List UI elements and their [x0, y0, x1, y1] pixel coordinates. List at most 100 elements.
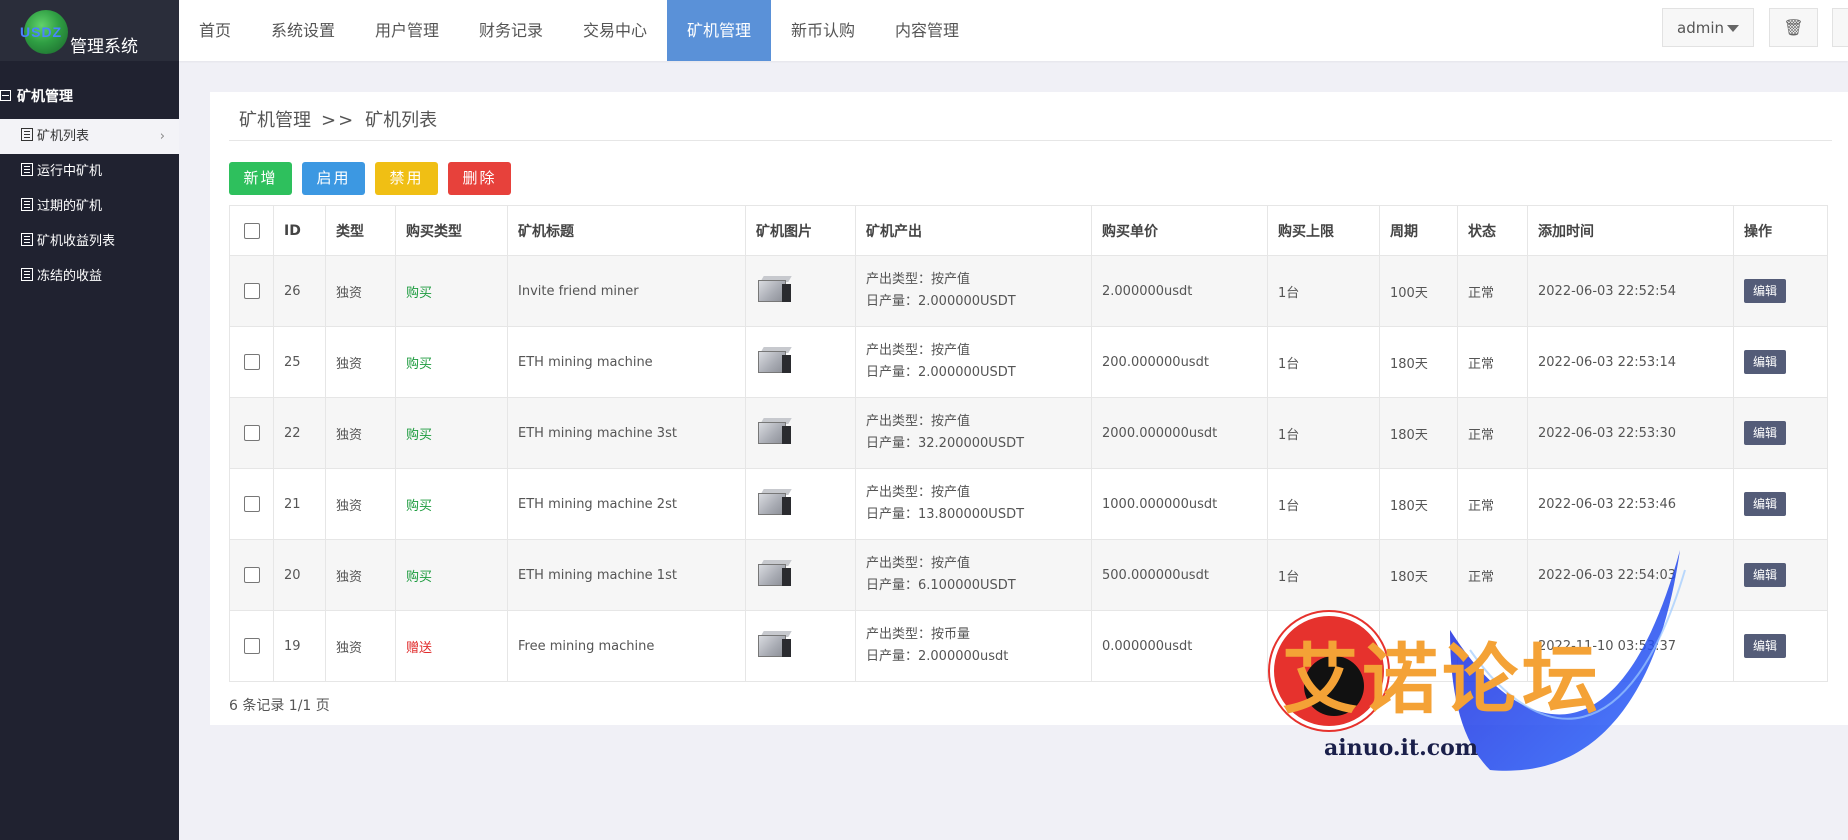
cell-time: 2022-06-03 22:52:54 — [1527, 255, 1734, 327]
user-menu[interactable]: admin — [1662, 8, 1754, 47]
nav-miner-management[interactable]: 矿机管理 — [667, 0, 771, 61]
miner-image — [756, 558, 792, 588]
select-all-checkbox[interactable] — [243, 222, 260, 239]
cell-limit: 1台 — [1267, 468, 1380, 540]
row-select-cell — [229, 539, 274, 611]
col-time: 添加时间 — [1527, 205, 1734, 256]
col-id[interactable]: ID — [273, 205, 326, 256]
cell-status: 正常 — [1457, 468, 1528, 540]
output-daily: 日产量：6.100000USDT — [866, 578, 1016, 593]
logo: USDZ 管理系统 — [0, 0, 179, 61]
collapse-icon — [0, 90, 11, 101]
sidebar-item-frozen-income[interactable]: 冻结的收益 — [0, 259, 179, 294]
miner-image — [756, 416, 792, 446]
sidebar-item-label: 过期的矿机 — [37, 199, 103, 214]
col-image: 矿机图片 — [745, 205, 856, 256]
nav-trade-center[interactable]: 交易中心 — [563, 0, 667, 61]
cell-price: 1000.000000usdt — [1091, 468, 1268, 540]
row-select-cell — [229, 468, 274, 540]
nav-content-management[interactable]: 内容管理 — [875, 0, 979, 61]
cell-id: 26 — [273, 255, 326, 327]
cell-image — [745, 326, 856, 398]
row-checkbox[interactable] — [243, 354, 260, 370]
watermark-url: ainuo.it.com — [1324, 735, 1479, 761]
cell-output: 产出类型：按产值 日产量：13.800000USDT — [855, 468, 1092, 540]
cell-limit — [1267, 610, 1380, 682]
disable-button[interactable]: 禁用 — [375, 162, 438, 195]
caret-down-icon — [1727, 25, 1739, 32]
cell-buy-type: 购买 — [395, 539, 508, 611]
cell-limit: 1台 — [1267, 539, 1380, 611]
cell-status — [1457, 610, 1528, 682]
breadcrumb: 矿机管理 >> 矿机列表 — [239, 106, 437, 132]
cell-buy-type: 赠送 — [395, 610, 508, 682]
row-checkbox[interactable] — [243, 496, 260, 512]
sidebar-item-running-miners[interactable]: 运行中矿机 — [0, 154, 179, 189]
cell-status: 正常 — [1457, 397, 1528, 469]
cell-status: 正常 — [1457, 539, 1528, 611]
sidebar-section-label: 矿机管理 — [17, 89, 73, 105]
cell-buy-type: 购买 — [395, 468, 508, 540]
cell-time: 2022-06-03 22:53:46 — [1527, 468, 1734, 540]
row-checkbox[interactable] — [243, 638, 260, 654]
output-type: 产出类型：按币量 — [866, 627, 971, 642]
cell-status: 正常 — [1457, 326, 1528, 398]
table-row: 22 独资 购买 ETH mining machine 3st 产出类型：按产值… — [229, 397, 1828, 469]
cell-type: 独资 — [325, 397, 396, 469]
row-select-cell — [229, 326, 274, 398]
clear-cache-button[interactable]: 🗑 — [1769, 8, 1818, 47]
nav-finance-records[interactable]: 财务记录 — [459, 0, 563, 61]
nav-system-settings[interactable]: 系统设置 — [251, 0, 355, 61]
edit-button[interactable]: 编辑 — [1744, 350, 1786, 374]
nav-home[interactable]: 首页 — [179, 0, 251, 61]
col-output: 矿机产出 — [855, 205, 1092, 256]
cell-image — [745, 468, 856, 540]
row-checkbox[interactable] — [243, 283, 260, 299]
delete-button[interactable]: 删除 — [448, 162, 511, 195]
cell-title: Invite friend miner — [507, 255, 746, 327]
sidebar-item-miner-income[interactable]: 矿机收益列表 — [0, 224, 179, 259]
row-checkbox[interactable] — [243, 425, 260, 441]
more-button[interactable] — [1832, 8, 1848, 47]
select-all-cell — [229, 205, 274, 256]
output-daily: 日产量：2.000000USDT — [866, 365, 1016, 380]
logo-title: 管理系统 — [70, 37, 138, 57]
col-period: 周期 — [1379, 205, 1458, 256]
sidebar-section-title[interactable]: 矿机管理 — [0, 86, 73, 106]
sidebar-item-miner-list[interactable]: 矿机列表 › — [0, 119, 179, 154]
nav-user-management[interactable]: 用户管理 — [355, 0, 459, 61]
edit-button[interactable]: 编辑 — [1744, 492, 1786, 516]
cell-buy-type: 购买 — [395, 255, 508, 327]
breadcrumb-separator: >> — [321, 110, 356, 131]
breadcrumb-current: 矿机列表 — [365, 110, 438, 131]
add-button[interactable]: 新增 — [229, 162, 292, 195]
document-icon — [21, 268, 33, 281]
cell-limit: 1台 — [1267, 326, 1380, 398]
nav-new-coin[interactable]: 新币认购 — [771, 0, 875, 61]
cell-id: 22 — [273, 397, 326, 469]
cell-time: 2022-11-10 03:53:37 — [1527, 610, 1734, 682]
cell-time: 2022-06-03 22:53:14 — [1527, 326, 1734, 398]
cell-limit: 1台 — [1267, 255, 1380, 327]
cell-id: 19 — [273, 610, 326, 682]
edit-button[interactable]: 编辑 — [1744, 421, 1786, 445]
enable-button[interactable]: 启用 — [302, 162, 365, 195]
cell-action: 编辑 — [1733, 539, 1828, 611]
cell-period: 180天 — [1379, 326, 1458, 398]
logo-badge: USDZ — [20, 24, 63, 40]
row-select-cell — [229, 610, 274, 682]
cell-period — [1379, 610, 1458, 682]
document-icon — [21, 163, 33, 176]
edit-button[interactable]: 编辑 — [1744, 279, 1786, 303]
edit-button[interactable]: 编辑 — [1744, 634, 1786, 658]
cell-action: 编辑 — [1733, 326, 1828, 398]
content-panel: 矿机管理 >> 矿机列表 新增 启用 禁用 删除 ID 类型 购买类型 矿机标题 矿… — [210, 92, 1848, 725]
edit-button[interactable]: 编辑 — [1744, 563, 1786, 587]
cell-price: 200.000000usdt — [1091, 326, 1268, 398]
cell-type: 独资 — [325, 610, 396, 682]
sidebar-item-label: 冻结的收益 — [37, 269, 103, 284]
row-checkbox[interactable] — [243, 567, 260, 583]
output-daily: 日产量：2.000000USDT — [866, 294, 1016, 309]
breadcrumb-parent[interactable]: 矿机管理 — [239, 110, 311, 131]
sidebar-item-expired-miners[interactable]: 过期的矿机 — [0, 189, 179, 224]
